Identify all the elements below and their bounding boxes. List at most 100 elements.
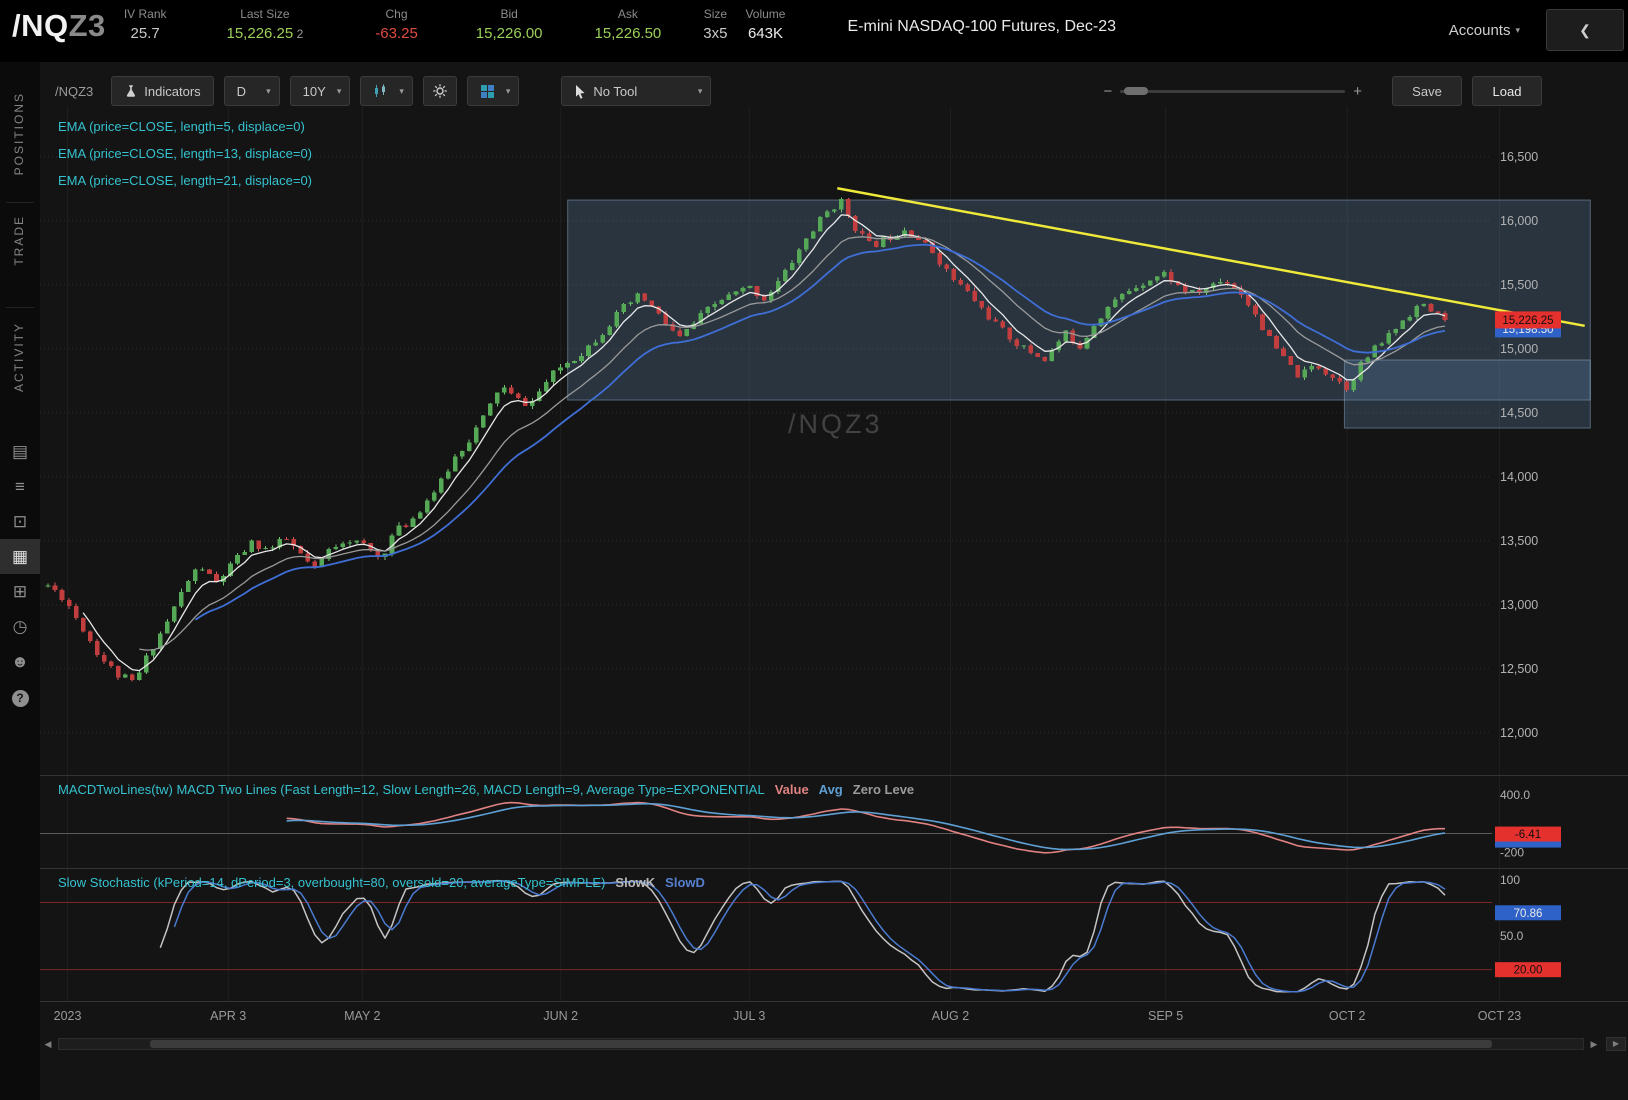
scroll-right-button[interactable]: ▶	[1586, 1039, 1602, 1050]
legend-item: Zero Leve	[852, 782, 915, 797]
indicators-label: Indicators	[144, 83, 201, 99]
gear-icon	[433, 84, 447, 98]
legend-item: SlowK	[615, 875, 656, 890]
save-button[interactable]: Save	[1392, 76, 1462, 106]
analyze-icon[interactable]: ▤	[0, 434, 40, 469]
study-labels: EMA (price=CLOSE, length=5, displace=0) …	[58, 113, 312, 194]
time-axis: 2023 APR 3 MAY 2 JUN 2 JUL 3 AUG 2 SEP 5 OCT 2 O…	[40, 1001, 1628, 1030]
indicators-button[interactable]: Indicators	[111, 76, 214, 106]
svg-text:14,000: 14,000	[1500, 470, 1538, 484]
scroll-corner-button[interactable]: ▶	[1606, 1037, 1626, 1051]
macd-title[interactable]: MACDTwoLines(tw) MACD Two Lines (Fast Le…	[58, 782, 765, 797]
scrollbar-thumb[interactable]	[150, 1040, 1492, 1048]
stoch-title[interactable]: Slow Stochastic (kPeriod=14, dPeriod=3, …	[58, 875, 605, 890]
tool-value: No Tool	[593, 83, 638, 99]
ema5-label[interactable]: EMA (price=CLOSE, length=5, displace=0)	[58, 113, 312, 140]
collapse-panel-button[interactable]: ❮	[1546, 9, 1624, 51]
cursor-icon	[576, 84, 585, 99]
svg-text:16,500: 16,500	[1500, 150, 1538, 164]
sidebar-icon-buttons: ▤ ≡ ⊡ ▦ ⊞ ◷ ☻?	[0, 434, 40, 714]
chevron-down-icon: ▾	[336, 85, 342, 96]
svg-text:100: 100	[1500, 873, 1520, 887]
svg-text:12,500: 12,500	[1500, 662, 1538, 676]
range-value: 10Y	[302, 83, 326, 99]
chart-toolbar: /NQZ3 Indicators D ▾ 10Y ▾ ▾ ▾ No Tool ▾…	[40, 75, 1628, 107]
svg-text:70.86: 70.86	[1514, 908, 1543, 920]
zoom-slider-thumb[interactable]	[1124, 86, 1149, 95]
legend-item: Avg	[818, 782, 843, 797]
symbol: /NQZ3	[12, 8, 106, 44]
quote-fields: IV Rank 25.7 Last Size 15,226.25 2 Chg -63.25…	[124, 7, 832, 42]
quote-field-iv-rank: IV Rank 25.7	[123, 7, 167, 42]
help-icon[interactable]: ?	[0, 679, 40, 714]
x-axis-label: OCT 2	[1328, 1009, 1366, 1023]
sidebar-tab-trade[interactable]: TRADE	[12, 215, 26, 266]
sidebar-tab-activity[interactable]: ACTIVITY	[12, 322, 26, 392]
grid-layout-icon	[480, 84, 494, 98]
macd-panel[interactable]: 400.0 -200 -6.41 MACDTwoLines(tw) MACD Two…	[40, 775, 1628, 868]
svg-text:14,500: 14,500	[1500, 406, 1538, 420]
x-axis-label: JUL 3	[733, 1009, 766, 1023]
price-panel[interactable]: /NQZ3 16,500 16,000 15,500 15,000 14,500 14,00…	[40, 107, 1628, 775]
ema21-label[interactable]: EMA (price=CLOSE, length=21, displace=0)	[58, 167, 312, 194]
svg-text:13,500: 13,500	[1500, 534, 1538, 548]
chart-grid-icon[interactable]: ▦	[0, 539, 40, 574]
quote-field-ask: Ask 15,226.50	[594, 7, 662, 42]
legend-item: Value	[774, 782, 809, 797]
stochastic-panel[interactable]: 100 50.0 70.86 20.00 Slow Stochastic (kPeri…	[40, 868, 1628, 1001]
x-axis-label: 2023	[53, 1009, 82, 1023]
sidebar-tab-positions[interactable]: POSITIONS	[12, 92, 26, 175]
svg-text:400.0: 400.0	[1500, 788, 1530, 802]
symbol-root: /NQ	[12, 8, 69, 43]
range-dropdown[interactable]: 10Y ▾	[289, 76, 351, 106]
flask-icon	[127, 85, 136, 97]
svg-text:12,000: 12,000	[1500, 726, 1538, 740]
drawing-tool-dropdown[interactable]: No Tool ▾	[561, 76, 712, 106]
quote-header: /NQZ3 IV Rank 25.7 Last Size 15,226.25 2 Chg…	[0, 0, 1628, 62]
x-axis-label: SEP 5	[1147, 1009, 1184, 1023]
legend-item: SlowD	[665, 875, 705, 890]
chart-settings-button[interactable]	[422, 76, 457, 106]
zoom-out-button[interactable]: −	[1095, 83, 1120, 100]
x-axis-label: OCT 23	[1477, 1009, 1522, 1023]
quote-field-last-size: Last Size 15,226.25 2	[226, 7, 304, 42]
x-axis-label: APR 3	[210, 1009, 247, 1023]
chevron-down-icon: ▾	[505, 85, 511, 96]
divider	[6, 307, 34, 308]
price-chart[interactable]: /NQZ3 16,500 16,000 15,500 15,000 14,500 14,00…	[40, 107, 1628, 775]
stoch-study-label: Slow Stochastic (kPeriod=14, dPeriod=3, …	[58, 875, 705, 890]
scroll-left-button[interactable]: ◀	[40, 1039, 56, 1050]
svg-text:-200: -200	[1500, 846, 1524, 860]
chevron-down-icon: ▾	[266, 85, 271, 96]
pattern-icon[interactable]: ⊡	[0, 504, 40, 539]
chevron-down-icon: ▾	[697, 85, 703, 96]
zoom-slider[interactable]	[1120, 86, 1346, 95]
chart-symbol-label: /NQZ3	[55, 83, 94, 99]
zoom-in-button[interactable]: +	[1345, 83, 1370, 100]
svg-text:16,000: 16,000	[1500, 214, 1538, 228]
dashboard-icon[interactable]: ⊞	[0, 574, 40, 609]
horizontal-scrollbar[interactable]: ◀ ▶ ▶	[40, 1036, 1628, 1052]
svg-text:15,000: 15,000	[1500, 342, 1538, 356]
load-button[interactable]: Load	[1472, 76, 1542, 106]
svg-text:50.0: 50.0	[1500, 929, 1524, 943]
quote-field-volume: Volume 643K	[745, 7, 786, 42]
symbol-month: Z3	[68, 8, 106, 43]
svg-text:15,226.25: 15,226.25	[1502, 315, 1553, 327]
left-sidebar: POSITIONS TRADE ACTIVITY ▤ ≡ ⊡ ▦ ⊞ ◷ ☻?	[0, 62, 41, 1100]
community-icon[interactable]: ☻	[0, 644, 40, 679]
trading-platform: /NQZ3 IV Rank 25.7 Last Size 15,226.25 2 Chg…	[0, 0, 1628, 1100]
quote-field-change: Chg -63.25	[375, 7, 418, 42]
history-icon[interactable]: ◷	[0, 609, 40, 644]
chart-layout-dropdown[interactable]: ▾	[466, 76, 520, 106]
scrollbar-track[interactable]	[58, 1038, 1584, 1050]
accounts-dropdown[interactable]: Accounts ▾	[1449, 22, 1520, 39]
x-axis-label: MAY 2	[344, 1009, 381, 1023]
chart-type-dropdown[interactable]: ▾	[360, 76, 413, 106]
svg-text:/NQZ3: /NQZ3	[788, 409, 883, 439]
chevron-down-icon: ▾	[399, 85, 404, 96]
candlestick-icon	[375, 84, 386, 97]
timeframe-dropdown[interactable]: D ▾	[223, 76, 280, 106]
level2-icon[interactable]: ≡	[0, 469, 40, 504]
ema13-label[interactable]: EMA (price=CLOSE, length=13, displace=0)	[58, 140, 312, 167]
